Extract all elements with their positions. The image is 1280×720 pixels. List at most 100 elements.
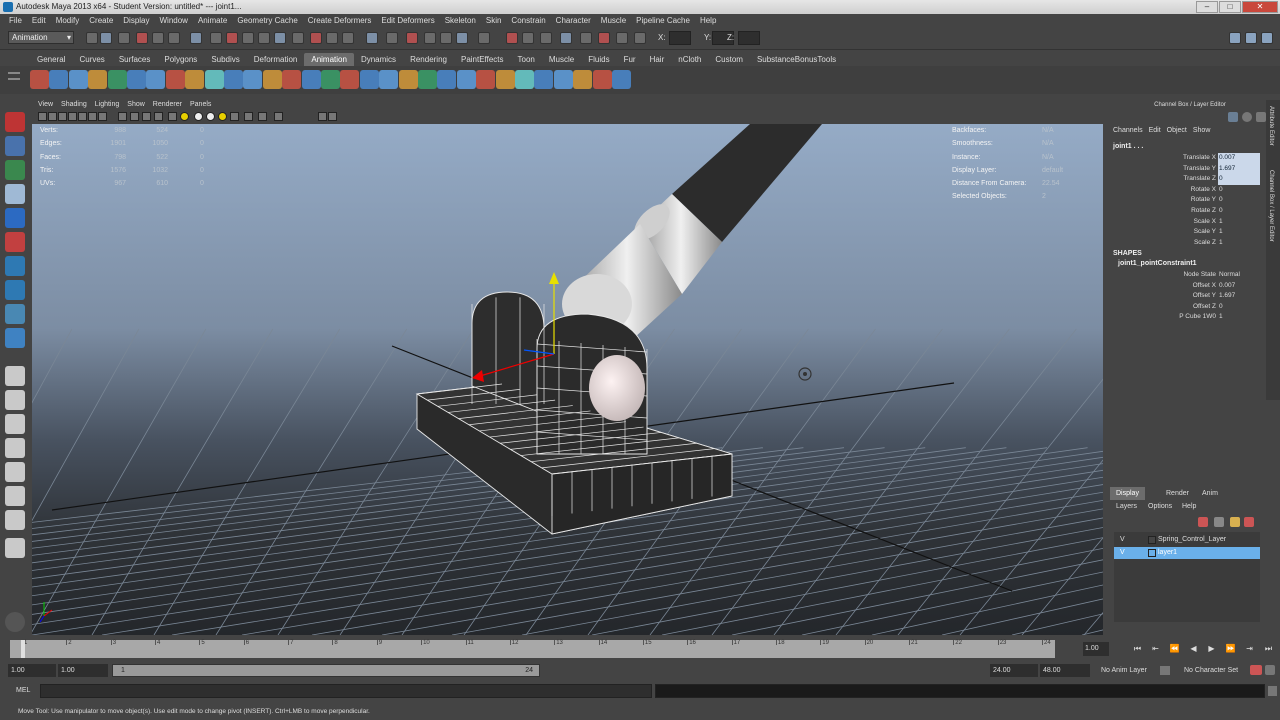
- lasso-tool-icon[interactable]: [5, 136, 25, 156]
- mel-label[interactable]: MEL: [16, 684, 30, 697]
- high-quality-icon[interactable]: [244, 112, 253, 121]
- shape-attr-node-state[interactable]: Node State Normal: [1110, 270, 1260, 281]
- step-back-key-button[interactable]: ⏪: [1168, 642, 1181, 656]
- mask-curves-icon[interactable]: [580, 32, 592, 44]
- output-ops-icon[interactable]: [342, 32, 354, 44]
- channel-menu-channels[interactable]: Channels: [1110, 126, 1146, 136]
- shape-attr-offset-z[interactable]: Offset Z0: [1110, 302, 1260, 313]
- pole-vector-icon[interactable]: [340, 70, 360, 89]
- channel-menu-object[interactable]: Object: [1164, 126, 1190, 136]
- bracket-pin[interactable]: [589, 355, 645, 421]
- attr-value[interactable]: 1: [1218, 238, 1260, 249]
- nonlinear-icon[interactable]: [573, 70, 593, 89]
- last-tool-used-icon[interactable]: [5, 328, 25, 348]
- shelf-tab-toon[interactable]: Toon: [511, 53, 542, 66]
- wireframe-on-shaded-icon[interactable]: [328, 112, 337, 121]
- panel-menu-panels[interactable]: Panels: [186, 100, 215, 110]
- select-object-icon[interactable]: [152, 32, 164, 44]
- channel-box-tab[interactable]: Channel Box / Layer Editor: [1268, 170, 1274, 242]
- anim-layer-icon[interactable]: [1160, 666, 1170, 675]
- attr-value[interactable]: 0.007: [1218, 281, 1260, 292]
- set-key-icon[interactable]: [30, 70, 49, 89]
- attr-rotate-x[interactable]: Rotate X0: [1110, 185, 1260, 196]
- wrinkle-icon[interactable]: [515, 70, 534, 89]
- cluster-icon[interactable]: [437, 70, 457, 89]
- attr-value[interactable]: 1.697: [1218, 163, 1260, 175]
- z-field[interactable]: [738, 31, 760, 45]
- attribute-editor-tab[interactable]: Attribute Editor: [1268, 106, 1274, 146]
- channel-menu-edit[interactable]: Edit: [1146, 126, 1164, 136]
- handle-rod[interactable]: [562, 124, 822, 349]
- menu-help[interactable]: Help: [695, 14, 721, 28]
- wireframe-icon[interactable]: [168, 112, 177, 121]
- help-menu[interactable]: Help: [1182, 503, 1196, 510]
- mirror-joint-icon[interactable]: [224, 70, 243, 89]
- graph-layout-icon[interactable]: [5, 538, 25, 558]
- shelf-tab-rendering[interactable]: Rendering: [403, 53, 454, 66]
- shelf-tab-animation[interactable]: Animation: [304, 53, 354, 66]
- attr-rotate-z[interactable]: Rotate Z0: [1110, 206, 1260, 217]
- attr-value[interactable]: 0: [1218, 174, 1260, 185]
- play-backward-button[interactable]: ◀: [1187, 642, 1200, 656]
- attr-value[interactable]: 0: [1218, 195, 1260, 206]
- attr-rotate-y[interactable]: Rotate Y0: [1110, 195, 1260, 206]
- layer-visibility[interactable]: V: [1120, 547, 1125, 559]
- shape-attr-offset-x[interactable]: Offset X 0.007: [1110, 281, 1260, 292]
- mask-deform-icon[interactable]: [616, 32, 628, 44]
- options-menu[interactable]: Options: [1148, 503, 1172, 510]
- blend-shape-icon[interactable]: [476, 70, 496, 89]
- attr-value[interactable]: 1: [1218, 312, 1260, 323]
- focus-icon[interactable]: [5, 612, 25, 632]
- close-button[interactable]: ✕: [1242, 1, 1278, 13]
- snap-grid-icon[interactable]: [226, 32, 238, 44]
- select-hierarchy-icon[interactable]: [136, 32, 148, 44]
- menu-pipeline-cache[interactable]: Pipeline Cache: [631, 14, 695, 28]
- show-objects-icon[interactable]: [506, 32, 518, 44]
- hypershade-layout-icon[interactable]: [5, 462, 25, 482]
- paint-select-tool-icon[interactable]: [5, 160, 25, 180]
- layers-menu[interactable]: Layers: [1116, 503, 1137, 510]
- shelf-tab-general[interactable]: General: [30, 53, 72, 66]
- shelf-tab-hair[interactable]: Hair: [643, 53, 672, 66]
- magnet-icon[interactable]: [478, 32, 490, 44]
- construction-history-icon[interactable]: [366, 32, 378, 44]
- menu-constrain[interactable]: Constrain: [506, 14, 550, 28]
- ipr-render-icon[interactable]: [424, 32, 436, 44]
- persp-outliner-layout-icon[interactable]: [5, 414, 25, 434]
- tab-render[interactable]: Render: [1160, 487, 1195, 500]
- geometry-constraint-icon[interactable]: [379, 70, 399, 89]
- anim-layer-label[interactable]: No Anim Layer: [1101, 664, 1147, 677]
- show-lines-icon[interactable]: [522, 32, 534, 44]
- dope-sheet-icon[interactable]: [88, 70, 108, 89]
- scale-tool-icon[interactable]: [5, 232, 25, 252]
- persp-layout-icon[interactable]: [5, 486, 25, 506]
- four-pane-layout-icon[interactable]: [5, 390, 25, 410]
- layer-color-swatch[interactable]: [1148, 536, 1156, 544]
- snap-point-icon[interactable]: [258, 32, 270, 44]
- rotate-tool-icon[interactable]: [5, 208, 25, 228]
- menu-skeleton[interactable]: Skeleton: [440, 14, 481, 28]
- snap-curve-icon[interactable]: [242, 32, 254, 44]
- panel-menu-shading[interactable]: Shading: [57, 100, 91, 110]
- attr-scale-x[interactable]: Scale X1: [1110, 217, 1260, 228]
- soft-mod-icon[interactable]: [553, 70, 573, 89]
- time-slider-track[interactable]: 1 2 3 4 5 6 7 8 9 10 11 12 13 14 15 16 17 18 19 20 21 22 23 24: [10, 640, 1055, 658]
- menu-window[interactable]: Window: [155, 14, 193, 28]
- shelf-tab-ncloth[interactable]: nCloth: [671, 53, 708, 66]
- current-frame-field[interactable]: 1.00: [1083, 642, 1109, 656]
- menu-file[interactable]: File: [4, 14, 27, 28]
- menu-geometry-cache[interactable]: Geometry Cache: [232, 14, 302, 28]
- panel-menu-renderer[interactable]: Renderer: [149, 100, 186, 110]
- aim-constraint-icon[interactable]: [282, 70, 302, 89]
- tangent-constraint-icon[interactable]: [418, 70, 437, 89]
- show-manipulator-icon[interactable]: [5, 304, 25, 324]
- tab-anim[interactable]: Anim: [1196, 487, 1224, 500]
- attr-translate-y[interactable]: Translate Y 1.697: [1110, 163, 1260, 175]
- shelf-tab-subdivs[interactable]: Subdivs: [204, 53, 246, 66]
- menu-create[interactable]: Create: [84, 14, 118, 28]
- channel-settings-icon[interactable]: [1256, 112, 1266, 122]
- layer-color-swatch[interactable]: [1148, 549, 1156, 557]
- shelf-tab-fur[interactable]: Fur: [617, 53, 643, 66]
- skin-bind-icon[interactable]: [185, 70, 205, 89]
- menu-edit[interactable]: Edit: [27, 14, 51, 28]
